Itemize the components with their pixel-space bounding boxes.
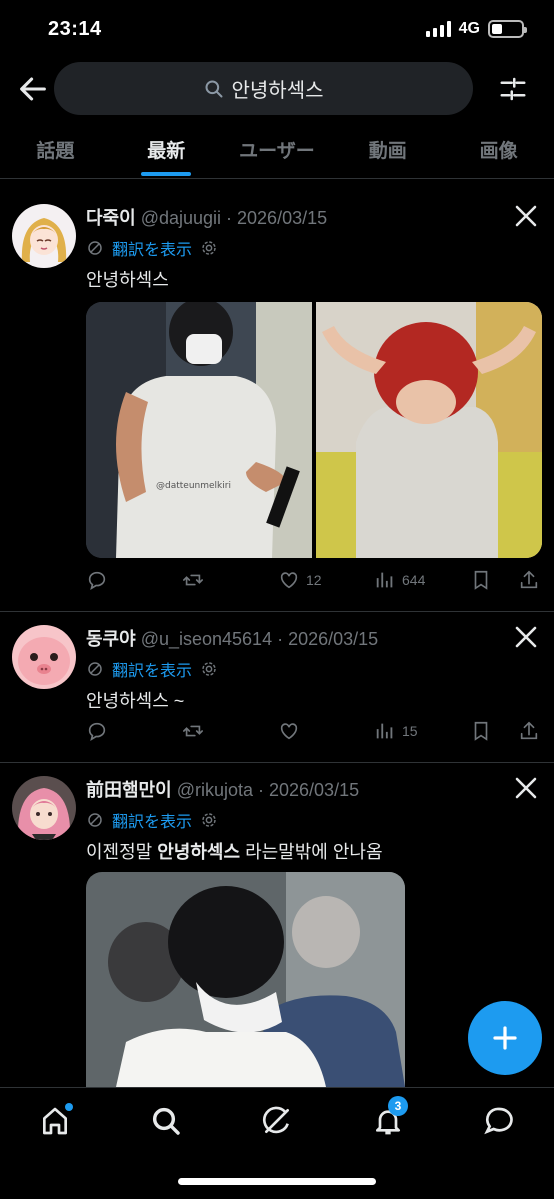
like-count: 12	[306, 572, 322, 588]
reply-button[interactable]	[86, 569, 108, 591]
x-logo-icon[interactable]	[514, 204, 538, 228]
translate-icon	[88, 662, 102, 676]
back-arrow-icon[interactable]	[16, 72, 50, 106]
tweet[interactable]: 다죽이 @dajuugii · 2026/03/15 翻訳を表示 안녕하섹스 @…	[0, 192, 554, 612]
tweet-actions: 15	[86, 720, 542, 744]
share-icon	[520, 570, 538, 589]
author-handle-date: @rikujota · 2026/03/15	[176, 780, 360, 800]
heart-icon	[280, 723, 298, 740]
author-handle-date: @dajuugii · 2026/03/15	[140, 208, 328, 228]
compose-button[interactable]	[468, 1001, 542, 1075]
retweet-icon	[183, 574, 203, 586]
tweet-text-highlight: 안녕하섹스	[157, 842, 241, 862]
status-bar: 23:14 4G	[0, 0, 554, 60]
tweet-text-before: 이젠정말	[86, 842, 158, 862]
tweet-header: 前田햄만이 @rikujota · 2026/03/15	[86, 776, 359, 802]
author-name[interactable]: 다죽이	[86, 208, 136, 228]
notification-badge: 3	[388, 1096, 408, 1116]
tweet-header: 다죽이 @dajuugii · 2026/03/15	[86, 204, 327, 230]
views-chart-icon	[376, 723, 393, 739]
views-chart-icon	[376, 572, 393, 588]
view-count: 644	[402, 572, 426, 588]
nav-grok[interactable]	[261, 1105, 293, 1137]
home-indicator	[178, 1178, 376, 1185]
retweet-button[interactable]	[182, 569, 204, 591]
like-button[interactable]: 12	[278, 569, 322, 591]
avatar[interactable]	[12, 625, 76, 689]
author-handle-date: @u_iseon45614 · 2026/03/15	[140, 629, 379, 649]
nav-messages[interactable]	[483, 1105, 515, 1137]
search-input[interactable]: 안녕하섹스	[54, 62, 473, 115]
tabs-divider	[0, 178, 554, 179]
author-name[interactable]: 동쿠야	[86, 629, 136, 649]
tweet[interactable]: 동쿠야 @u_iseon45614 · 2026/03/15 翻訳を表示 안녕하…	[0, 613, 554, 763]
chat-bubble-icon	[484, 1107, 513, 1135]
media-watermark: @datteunmelkiri	[156, 481, 231, 491]
reply-icon	[88, 571, 106, 590]
grok-icon	[262, 1106, 289, 1134]
heart-icon	[280, 572, 298, 589]
avatar[interactable]	[12, 776, 76, 840]
tweet-text: 이젠정말 안녕하섹스 라는말밖에 안나옴	[86, 838, 383, 864]
views-button[interactable]: 644	[374, 569, 425, 591]
battery-icon	[488, 20, 527, 38]
search-icon	[152, 1107, 180, 1135]
reply-icon	[88, 722, 106, 741]
tab-users[interactable]: ユーザー	[222, 124, 333, 178]
retweet-button[interactable]	[182, 720, 204, 742]
search-query: 안녕하섹스	[231, 80, 324, 102]
translate-label: 翻訳を表示	[112, 242, 193, 259]
tweet-text-after: 라는말밖에 안나옴	[240, 842, 383, 862]
gear-icon[interactable]	[200, 660, 218, 678]
tab-images[interactable]: 画像	[443, 124, 554, 178]
search-icon	[205, 80, 222, 97]
avatar[interactable]	[12, 204, 76, 268]
reply-button[interactable]	[86, 720, 108, 742]
share-button[interactable]	[518, 720, 540, 742]
tweet-actions: 12 644	[86, 569, 542, 593]
retweet-icon	[183, 725, 203, 737]
nav-search[interactable]	[150, 1105, 182, 1137]
views-button[interactable]: 15	[374, 720, 418, 742]
x-logo-icon[interactable]	[514, 776, 538, 800]
translate-icon	[88, 241, 102, 255]
x-logo-icon[interactable]	[514, 625, 538, 649]
translate-link[interactable]: 翻訳を表示	[86, 657, 218, 681]
translate-label: 翻訳を表示	[112, 663, 193, 680]
translate-icon	[88, 813, 102, 827]
search-tabs: 話題 最新 ユーザー 動画 画像	[0, 124, 554, 178]
bookmark-button[interactable]	[470, 720, 492, 742]
status-time: 23:14	[48, 18, 102, 40]
translate-link[interactable]: 翻訳を表示	[86, 808, 218, 832]
search-header: 안녕하섹스	[0, 60, 554, 118]
tab-trending[interactable]: 話題	[0, 124, 111, 178]
tweet-media[interactable]: @datteunmelkiri	[86, 302, 542, 558]
tab-videos[interactable]: 動画	[332, 124, 443, 178]
share-icon	[520, 721, 538, 740]
gear-icon[interactable]	[200, 239, 218, 257]
tweet-media[interactable]	[86, 872, 405, 1087]
tab-latest[interactable]: 最新	[111, 124, 222, 178]
tweet-header: 동쿠야 @u_iseon45614 · 2026/03/15	[86, 625, 378, 651]
filter-sliders-icon[interactable]	[498, 74, 528, 104]
bookmark-icon	[474, 721, 488, 741]
translate-label: 翻訳を表示	[112, 814, 193, 831]
unread-dot	[65, 1103, 73, 1111]
nav-home[interactable]	[39, 1103, 73, 1137]
translate-link[interactable]: 翻訳を表示	[86, 236, 218, 260]
tweet-text: 안녕하섹스 ~	[86, 691, 185, 711]
signal-icon	[425, 21, 451, 37]
plus-icon	[493, 1026, 517, 1050]
network-label: 4G	[458, 20, 480, 37]
gear-icon[interactable]	[200, 811, 218, 829]
nav-notifications[interactable]: 3	[372, 1096, 408, 1137]
tweet-text: 안녕하섹스	[86, 270, 169, 290]
share-button[interactable]	[518, 569, 540, 591]
bookmark-icon	[474, 570, 488, 590]
bookmark-button[interactable]	[470, 569, 492, 591]
author-name[interactable]: 前田햄만이	[86, 780, 172, 800]
view-count: 15	[402, 723, 418, 739]
like-button[interactable]	[278, 720, 300, 742]
